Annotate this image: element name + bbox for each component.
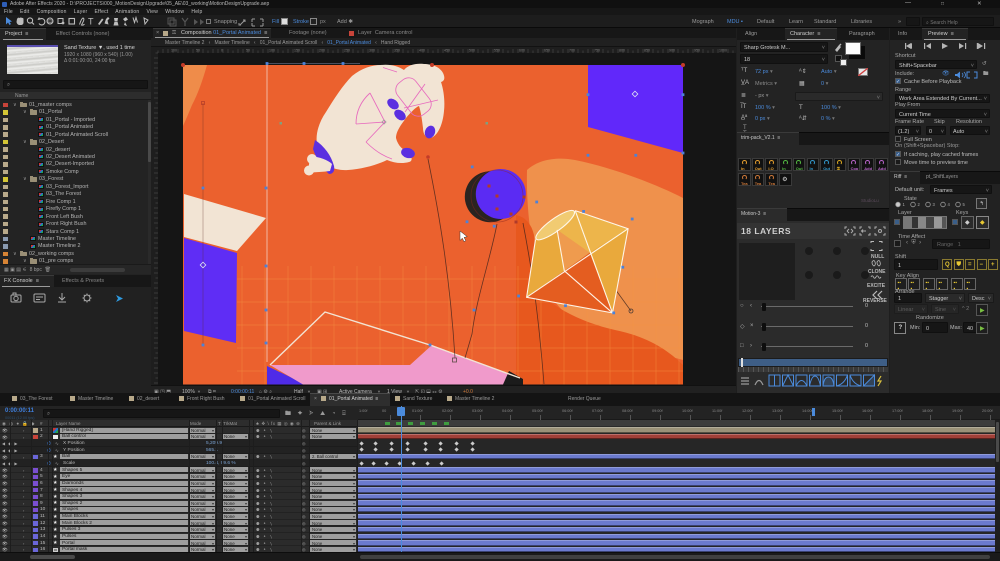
svg-text:650: 650 — [544, 49, 550, 53]
svg-text:200: 200 — [319, 49, 325, 53]
svg-text:T: T — [88, 17, 94, 27]
svg-text:500: 500 — [469, 49, 475, 53]
svg-text:1000: 1000 — [719, 49, 727, 53]
svg-text:0: 0 — [221, 49, 223, 53]
svg-text:NULL: NULL — [871, 254, 884, 260]
svg-text:950: 950 — [694, 49, 700, 53]
svg-text:150: 150 — [294, 49, 300, 53]
svg-text:50: 50 — [246, 49, 250, 53]
svg-text:400: 400 — [419, 49, 425, 53]
svg-text:450: 450 — [444, 49, 450, 53]
svg-text:350: 350 — [394, 49, 400, 53]
svg-text:100: 100 — [171, 49, 177, 53]
svg-text:100: 100 — [269, 49, 275, 53]
svg-text:300: 300 — [369, 49, 375, 53]
svg-text:750: 750 — [594, 49, 600, 53]
svg-text:CLONE: CLONE — [868, 269, 886, 275]
svg-text:850: 850 — [644, 49, 650, 53]
svg-text:800: 800 — [619, 49, 625, 53]
svg-text:600: 600 — [519, 49, 525, 53]
svg-text:900: 900 — [669, 49, 675, 53]
svg-text:550: 550 — [494, 49, 500, 53]
svg-text:700: 700 — [569, 49, 575, 53]
svg-text:250: 250 — [344, 49, 350, 53]
svg-text:EXCITE: EXCITE — [867, 283, 886, 289]
svg-text:50: 50 — [196, 49, 200, 53]
